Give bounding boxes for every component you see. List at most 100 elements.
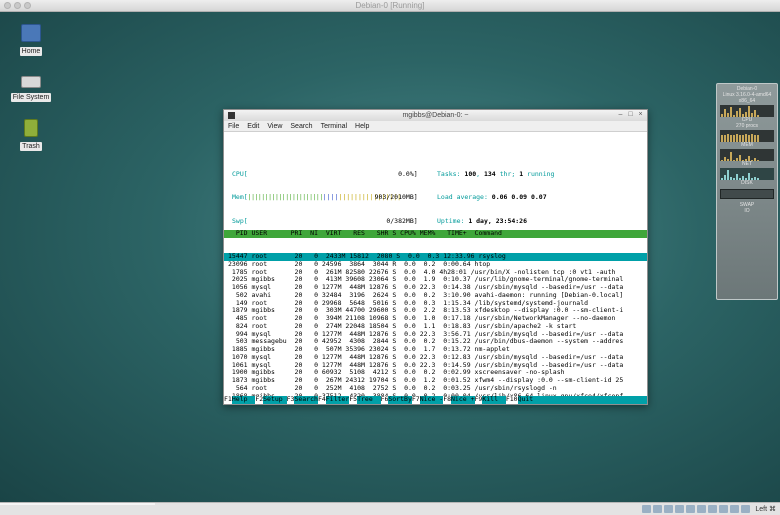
desktop-icon-trash[interactable]: Trash: [9, 119, 53, 151]
fkey-key: F4: [317, 395, 326, 404]
fkey-label: Filter: [325, 395, 350, 404]
cpu-meter-value: 0.0%]: [398, 170, 418, 178]
network-icon[interactable]: [675, 505, 685, 513]
fkey-key: F5: [349, 395, 358, 404]
fkey-f5[interactable]: F5 Tree: [349, 395, 381, 404]
window-controls: [4, 2, 31, 9]
shared-folders-icon[interactable]: [697, 505, 707, 513]
htop-meters: CPU[ 0.0%] Mem[||||||||||||||||||||||||||…: [224, 149, 647, 224]
fkey-key: F1: [224, 395, 232, 404]
terminal-controls: – □ ×: [617, 111, 644, 118]
desktop-icon-home[interactable]: Home: [9, 24, 53, 56]
fkey-f1[interactable]: F1 Help: [224, 395, 256, 404]
tasks-count: 100: [464, 170, 477, 178]
minimize-icon[interactable]: –: [617, 111, 624, 118]
mem-meter: Mem[||||||||||||||||||||||||||||||||||||…: [232, 193, 432, 202]
close-icon[interactable]: ×: [637, 111, 644, 118]
desktop-icon-filesystem[interactable]: File System: [9, 72, 53, 102]
load-15: 0.07: [530, 193, 547, 202]
htop-right-meters: Tasks: 100, 134 thr; 1 running Load aver…: [437, 156, 554, 241]
trash-icon: [24, 119, 38, 137]
mouse-integration-icon[interactable]: [730, 505, 740, 513]
desktop-icon-filesystem-label: File System: [10, 93, 52, 102]
terminal-menubar: File Edit View Search Terminal Help: [224, 121, 647, 132]
menu-edit[interactable]: Edit: [247, 121, 259, 131]
fkey-f2[interactable]: F2 Setup: [255, 395, 287, 404]
fkey-key: F10: [505, 395, 518, 404]
fkey-f10[interactable]: F10 Quit: [505, 395, 534, 404]
load-1: 0.06: [491, 193, 508, 202]
htop-left-meters: CPU[ 0.0%] Mem[||||||||||||||||||||||||||…: [232, 156, 432, 241]
minimize-window-button[interactable]: [14, 2, 21, 9]
menu-search[interactable]: Search: [290, 121, 312, 131]
fkey-key: F3: [286, 395, 295, 404]
usb-icon[interactable]: [686, 505, 696, 513]
uptime-label: Uptime:: [437, 216, 469, 225]
mem-buffer-bar: ||||: [322, 193, 339, 202]
fkey-f9[interactable]: F9 Kill: [474, 395, 506, 404]
vbox-title: Debian-0 [Running]: [355, 1, 425, 10]
monitor-disk-label: DISK: [741, 180, 753, 186]
zoom-window-button[interactable]: [24, 2, 31, 9]
close-window-button[interactable]: [4, 2, 11, 9]
optical-drive-icon[interactable]: [653, 505, 663, 513]
process-list[interactable]: 15447 root 20 0 2433M 15812 2080 S 0.0 0…: [224, 252, 647, 404]
drive-icon: [21, 76, 41, 88]
hdd-icon[interactable]: [642, 505, 652, 513]
fkey-label: Search: [294, 395, 318, 404]
swp-meter-label: Swp[: [232, 216, 248, 225]
threads-count: 134: [483, 170, 496, 178]
running-label: running: [523, 170, 555, 178]
fkey-label: SortBy: [388, 395, 412, 404]
fkey-key: F2: [255, 395, 264, 404]
fkey-label: Kill: [482, 395, 506, 404]
fkey-f7[interactable]: F7 Nice -: [411, 395, 444, 404]
swp-meter-value: 0/382MB]: [386, 216, 418, 225]
keyboard-icon[interactable]: [741, 505, 751, 513]
monitor-mem-label: MEM: [741, 142, 753, 148]
load-line: Load average: 0.06 0.09 0.07: [437, 193, 554, 202]
fkey-f8[interactable]: F8 Nice +: [443, 395, 475, 404]
disk-graph: [720, 168, 774, 180]
monitor-io-label: IO: [744, 208, 750, 214]
monitor-procs: 270 procs: [736, 123, 758, 129]
display-icon[interactable]: [708, 505, 718, 513]
terminal-title: mgibbs@Debian-0: ~: [402, 112, 469, 119]
tasks-label: Tasks:: [437, 170, 465, 178]
htop-view[interactable]: CPU[ 0.0%] Mem[||||||||||||||||||||||||||…: [224, 133, 647, 404]
cpu-graph: [720, 105, 774, 117]
swp-meter: Swp[ 0/382MB]: [232, 216, 432, 226]
cpu-meter-label: CPU[: [232, 170, 248, 178]
tasks-line: Tasks: 100, 134 thr; 1 running: [437, 170, 555, 179]
menu-view[interactable]: View: [267, 121, 282, 131]
audio-icon[interactable]: [664, 505, 674, 513]
load-label: Load average:: [437, 193, 492, 202]
net-graph: [720, 149, 774, 161]
load-5: 0.09: [511, 193, 528, 202]
terminal-window[interactable]: mgibbs@Debian-0: ~ – □ × File Edit View …: [223, 109, 648, 405]
host-key-label: Left ⌘: [755, 506, 776, 513]
mem-graph: [720, 130, 774, 142]
fkey-label: Setup: [263, 395, 287, 404]
threads-label: thr;: [495, 170, 520, 178]
fkey-f4[interactable]: F4 Filter: [317, 395, 350, 404]
mem-meter-value: 903/2010MB]: [374, 193, 418, 202]
desktop-icon-home-label: Home: [19, 47, 43, 56]
terminal-icon: [228, 112, 235, 119]
capture-icon[interactable]: [719, 505, 729, 513]
terminal-titlebar[interactable]: mgibbs@Debian-0: ~ – □ ×: [224, 110, 647, 121]
desktop: Home File System Trash Debian-0 Linux 3.…: [0, 12, 780, 502]
fkey-f6[interactable]: F6 SortBy: [380, 395, 412, 404]
maximize-icon[interactable]: □: [627, 111, 634, 118]
fkey-key: F6: [380, 395, 389, 404]
vbox-titlebar: Debian-0 [Running]: [0, 0, 780, 12]
fkey-f3[interactable]: F3 Search: [286, 395, 318, 404]
monitor-net-label: NET: [742, 161, 752, 167]
fkey-key: F7: [411, 395, 420, 404]
uptime-line: Uptime: 1 day, 23:54:26: [437, 216, 554, 226]
menu-terminal[interactable]: Terminal: [321, 121, 347, 131]
menu-help[interactable]: Help: [355, 121, 369, 131]
menu-file[interactable]: File: [228, 121, 239, 131]
function-key-bar: F1 Help F2 Setup F3 Search F4 Filter F5 Tree F6…: [224, 395, 647, 404]
fkey-label: Nice -: [419, 395, 444, 404]
